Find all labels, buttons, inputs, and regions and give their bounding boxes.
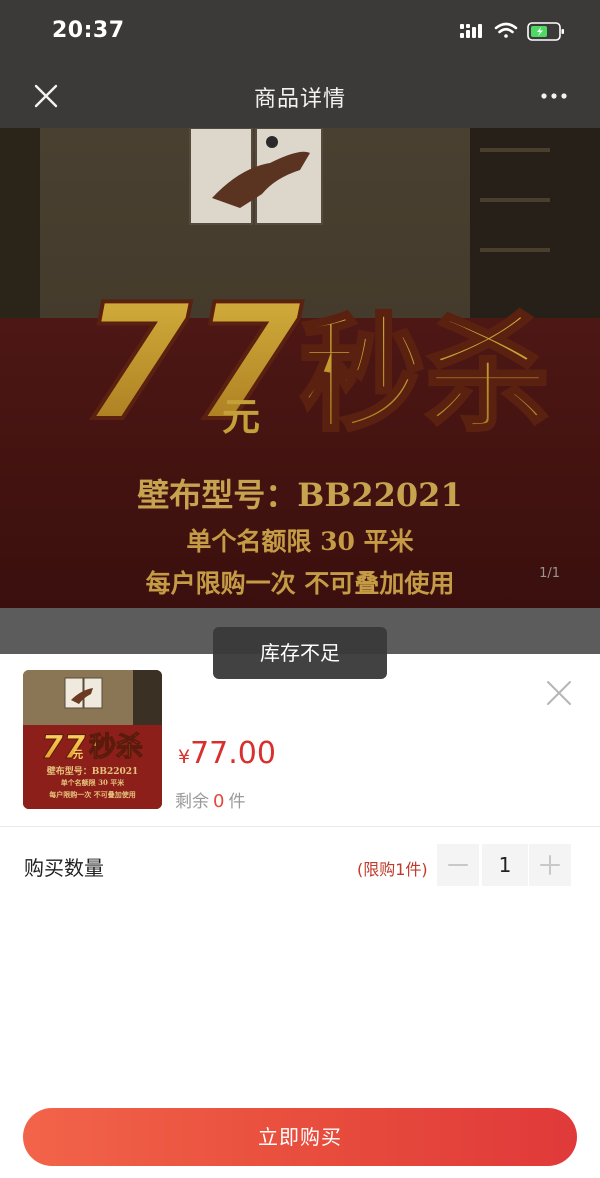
- page-title: 商品详情: [253, 87, 346, 112]
- purchase-limit: (限购1件): [357, 860, 428, 879]
- svg-text:秒杀: 秒杀: [300, 303, 550, 448]
- buy-now-button[interactable]: 立即购买: [23, 1108, 577, 1166]
- stock-remaining: 剩余 0 件: [175, 787, 245, 812]
- stock-unit: 件: [228, 792, 246, 812]
- price-value: 77.00: [190, 736, 276, 771]
- quantity-label: 购买数量: [24, 856, 104, 880]
- image-counter: 1/1: [539, 566, 560, 581]
- status-time: 20:37: [52, 18, 125, 43]
- currency-symbol: ¥: [178, 746, 191, 768]
- divider: [0, 826, 600, 827]
- quantity-decrease-button[interactable]: [437, 844, 479, 886]
- more-icon[interactable]: [536, 78, 572, 114]
- status-bar: 20:37: [0, 0, 600, 64]
- quantity-increase-button[interactable]: [529, 844, 571, 886]
- product-banner-image: 77 元 秒杀 壁布型号：BB22021 单个名额限 30 平米 每户限购一次 …: [0, 128, 600, 608]
- stock-count: 0: [213, 791, 225, 812]
- banner-model-line: 壁布型号：BB22021: [137, 476, 463, 514]
- svg-text:秒杀: 秒杀: [89, 731, 143, 763]
- price: ¥77.00: [178, 736, 276, 771]
- banner-once-line: 每户限购一次 不可叠加使用: [145, 569, 455, 598]
- wifi-icon: [494, 22, 518, 38]
- thumbnail-model-line: 壁布型号：BB22021: [46, 767, 139, 777]
- toast-out-of-stock: 库存不足: [213, 627, 387, 679]
- product-thumbnail: 77 元 秒杀 壁布型号：BB22021 单个名额限 30 平米 每户限购一次 …: [23, 670, 162, 809]
- horse-painting: [189, 128, 323, 225]
- plus-icon: [540, 855, 560, 875]
- headline-seckill: 秒杀: [298, 301, 552, 450]
- thumbnail-limit-line: 单个名额限 30 平米: [60, 778, 125, 787]
- headline-unit: 元: [222, 395, 260, 439]
- headline-77: 77: [78, 267, 305, 458]
- status-icons: [460, 22, 564, 41]
- stock-prefix: 剩余: [175, 792, 209, 812]
- signal-icon: [460, 24, 482, 38]
- quantity-input[interactable]: 1: [482, 844, 528, 886]
- thumbnail-artwork: 77 元 秒杀: [23, 670, 162, 809]
- sku-bottom-sheet: 77 元 秒杀 壁布型号：BB22021 单个名额限 30 平米 每户限购一次 …: [0, 654, 600, 1178]
- svg-text:77: 77: [80, 269, 303, 456]
- sheet-close-icon[interactable]: [546, 680, 572, 706]
- thumbnail-once-line: 每户限购一次 不可叠加使用: [49, 790, 136, 799]
- banner-limit-line: 单个名额限 30 平米: [186, 527, 414, 556]
- battery-icon: [527, 22, 564, 41]
- minus-icon: [448, 864, 468, 866]
- nav-bar: 商品详情: [0, 64, 600, 128]
- svg-text:元: 元: [73, 749, 83, 761]
- app-root: 20:37 商品详情 77 元 秒杀 壁布型号：BB22021 单个名额限 30…: [0, 0, 600, 1178]
